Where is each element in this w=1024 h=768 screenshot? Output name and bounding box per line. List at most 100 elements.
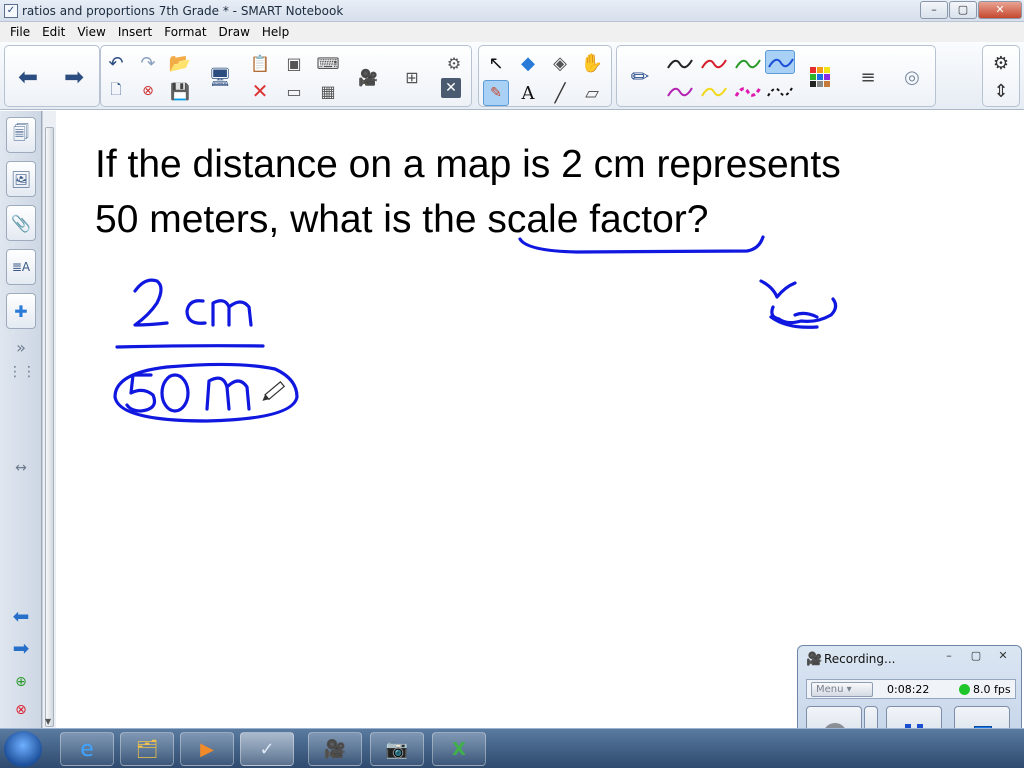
magic-pen-icon[interactable]: ✋	[579, 50, 605, 76]
color-palette-icon[interactable]	[807, 64, 833, 90]
keyboard-icon[interactable]: ⌨	[315, 50, 341, 76]
gallery-icon[interactable]: 🖼	[6, 161, 36, 197]
vertical-scrollbar[interactable]: ▼	[42, 111, 56, 728]
screen-icon[interactable]: 🖥	[207, 64, 233, 90]
maximize-button[interactable]: ▢	[949, 1, 977, 19]
notebook-canvas[interactable]: If the distance on a map is 2 cm represe…	[57, 111, 1024, 728]
scroll-down-icon[interactable]: ▼	[45, 717, 51, 726]
menu-format[interactable]: Format	[158, 25, 212, 39]
open-icon[interactable]: 📂	[167, 50, 193, 76]
properties-icon[interactable]: ≣A	[6, 249, 36, 285]
screen-shade-icon[interactable]: ▭	[281, 78, 307, 104]
creative-pen-icon[interactable]: ✎	[483, 80, 509, 106]
shapes-icon[interactable]: ◆	[515, 50, 541, 76]
question-mark: ?	[686, 198, 709, 241]
recorder-app-icon: 🎥	[806, 652, 823, 667]
smart-notebook-taskbar-icon[interactable]: ✓	[240, 732, 294, 766]
media-player-icon[interactable]: ▶	[180, 732, 234, 766]
close-window-button[interactable]: ✕	[978, 1, 1022, 19]
pen-style-magenta-dashed[interactable]	[733, 80, 763, 104]
denominator-digit-5	[125, 373, 157, 413]
recording-elapsed-time: 0:08:22	[887, 683, 930, 696]
close-icon[interactable]: ✕	[441, 78, 461, 98]
fullscreen-icon[interactable]: ⊞	[399, 64, 425, 90]
file-explorer-icon[interactable]: 🗂	[120, 732, 174, 766]
recorder-maximize-button[interactable]: ▢	[964, 649, 988, 665]
recorder-menu-dropdown[interactable]: Menu ▾	[811, 682, 873, 697]
grip-icon[interactable]: ⋮⋮	[8, 361, 36, 383]
add-page-icon[interactable]: ⊕	[8, 671, 34, 693]
select-icon[interactable]: ↖	[483, 50, 509, 76]
transparency-icon[interactable]: ◎	[899, 64, 925, 90]
scribble-mark	[759, 279, 838, 329]
pen-style-blue[interactable]	[765, 50, 795, 74]
menu-insert[interactable]: Insert	[112, 25, 158, 39]
gear-small-icon[interactable]: ⚙	[441, 50, 467, 76]
excel-taskbar-icon[interactable]: X	[432, 732, 486, 766]
pen-style-yellow[interactable]	[699, 80, 729, 104]
capture-icon[interactable]: ▣	[281, 50, 307, 76]
recorder-icon[interactable]: 🎥	[355, 64, 381, 90]
paste-icon[interactable]: 📋	[247, 50, 273, 76]
delete-icon[interactable]: ✕	[247, 78, 273, 104]
recorder-window-controls: – ▢ ✕	[934, 649, 1015, 665]
new-page-icon[interactable]: 🗋	[103, 78, 129, 104]
question-text: If the distance on a map is 2 cm represe…	[95, 137, 995, 247]
toolbar-settings-group: ⚙ ⇕	[982, 45, 1020, 107]
navigation-group: ⬅ ➡	[4, 45, 100, 107]
taskbar: e 🗂 ▶ ✓ 🎥 📷 X	[0, 728, 1024, 768]
undo-icon[interactable]: ↶	[103, 50, 129, 76]
recorder-close-button[interactable]: ✕	[991, 649, 1015, 665]
scrollbar-thumb[interactable]	[45, 127, 54, 727]
redo-icon[interactable]: ↷	[135, 50, 161, 76]
fill-icon[interactable]: ▱	[579, 80, 605, 106]
question-line-1: If the distance on a map is 2 cm represe…	[95, 143, 841, 186]
recorder-taskbar-icon[interactable]: 🎥	[308, 732, 362, 766]
recording-status-indicator	[959, 684, 970, 695]
previous-page-icon[interactable]: ⬅	[8, 605, 34, 627]
next-page-icon[interactable]: ➡	[8, 637, 34, 659]
menu-view[interactable]: View	[71, 25, 111, 39]
menu-file[interactable]: File	[4, 25, 36, 39]
back-arrow-icon[interactable]: ⬅	[15, 63, 41, 91]
addons-icon[interactable]: ✚	[6, 293, 36, 329]
save-icon[interactable]: 💾	[167, 78, 193, 104]
pen-icon[interactable]: ✏	[627, 64, 653, 90]
gear-icon[interactable]: ⚙	[988, 50, 1014, 76]
pen-style-purple[interactable]	[665, 80, 695, 104]
move-toolbar-icon[interactable]: ⇕	[988, 78, 1014, 104]
menu-help[interactable]: Help	[256, 25, 295, 39]
minimize-button[interactable]: –	[920, 1, 948, 19]
forward-arrow-icon[interactable]: ➡	[61, 63, 87, 91]
recorder-status-bar: Menu ▾ 0:08:22 8.0 fps	[806, 679, 1016, 699]
pen-style-red[interactable]	[699, 52, 729, 76]
denominator-letter-m	[205, 376, 251, 411]
eraser-icon[interactable]: ◈	[547, 50, 573, 76]
text-icon[interactable]: A	[515, 80, 541, 106]
start-button[interactable]	[4, 731, 42, 767]
pen-cursor-icon	[262, 381, 286, 401]
expand-panel-icon[interactable]: »	[8, 337, 34, 359]
table-icon[interactable]: ▦	[315, 78, 341, 104]
numerator-digit-2	[133, 278, 169, 327]
pen-style-green[interactable]	[733, 52, 763, 76]
resize-panel-icon[interactable]: ↔	[8, 457, 34, 479]
recorder-minimize-button[interactable]: –	[937, 649, 961, 665]
page-sorter-icon[interactable]: 🗐	[6, 117, 36, 153]
menu-draw[interactable]: Draw	[213, 25, 256, 39]
remove-page-icon[interactable]: ⊗	[8, 699, 34, 721]
line-style-icon[interactable]: ≡	[855, 64, 881, 90]
line-icon[interactable]: ╱	[547, 80, 573, 106]
internet-explorer-icon[interactable]: e	[60, 732, 114, 766]
delete-page-icon[interactable]: ⊗	[135, 78, 161, 104]
camera-taskbar-icon[interactable]: 📷	[370, 732, 424, 766]
question-line-2: 50 meters, what is the scale factor?	[95, 192, 995, 247]
menu-edit[interactable]: Edit	[36, 25, 71, 39]
pen-style-black-dashed[interactable]	[765, 80, 795, 104]
attachments-icon[interactable]: 📎	[6, 205, 36, 241]
fraction-bar	[115, 344, 265, 349]
recorder-menu-label: Menu	[816, 684, 844, 695]
window-title: ratios and proportions 7th Grade * - SMA…	[22, 3, 344, 18]
title-bar: ✓ ratios and proportions 7th Grade * - S…	[0, 0, 1024, 22]
pen-style-black[interactable]	[665, 52, 695, 76]
